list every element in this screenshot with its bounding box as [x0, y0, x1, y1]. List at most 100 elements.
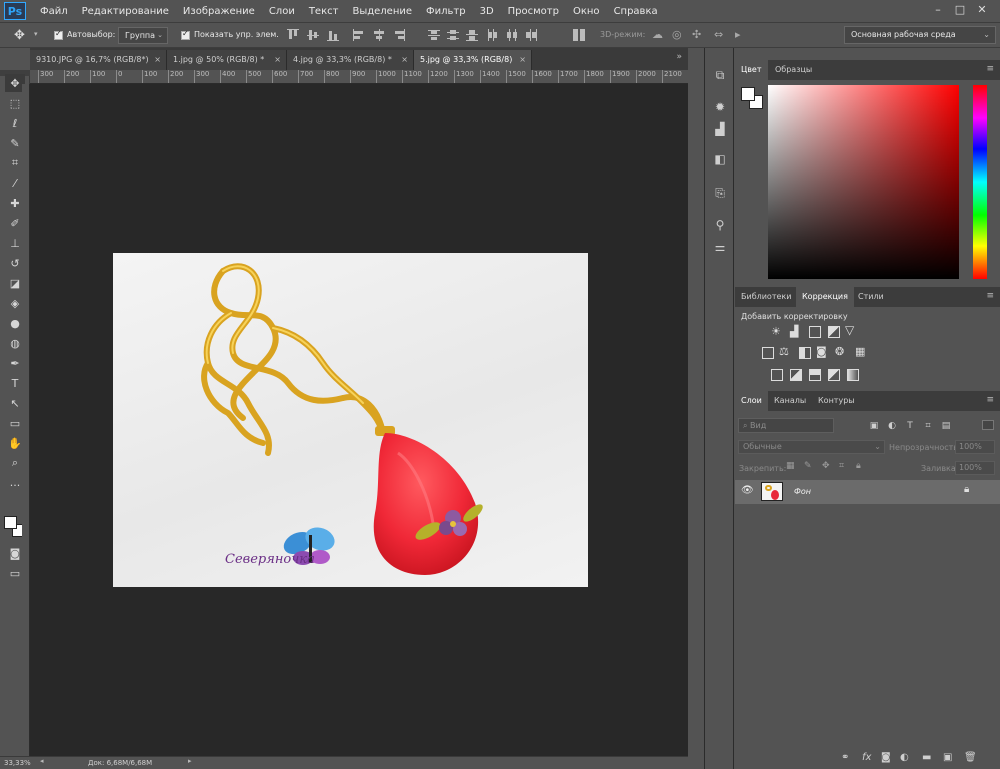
- selective-color-icon[interactable]: [828, 369, 840, 381]
- menu-image[interactable]: Изображение: [183, 6, 255, 17]
- minimize-icon[interactable]: –: [930, 3, 946, 17]
- fill-field[interactable]: 100%: [955, 461, 995, 475]
- align-top-icon[interactable]: [287, 29, 299, 41]
- blend-mode-dropdown[interactable]: Обычные ⌄: [738, 440, 885, 454]
- delete-layer-icon[interactable]: 🗑︎: [964, 752, 977, 763]
- filter-smart-object-icon[interactable]: ▤: [940, 420, 952, 432]
- zoom-level[interactable]: 33,33%: [4, 759, 31, 767]
- tab-layers[interactable]: Слои: [735, 391, 768, 411]
- menu-layers[interactable]: Слои: [269, 6, 295, 17]
- foreground-color-swatch[interactable]: [741, 87, 755, 101]
- maximize-icon[interactable]: □: [952, 3, 968, 17]
- close-icon[interactable]: ×: [519, 50, 526, 70]
- document-image[interactable]: Северяночка: [113, 253, 588, 587]
- distribute-vcenter-icon[interactable]: [447, 29, 459, 41]
- panel-menu-icon[interactable]: ≡: [986, 395, 994, 405]
- menu-file[interactable]: Файл: [40, 6, 68, 17]
- distribute-left-icon[interactable]: [487, 29, 499, 41]
- orbit-3d-icon[interactable]: ☁: [652, 28, 663, 41]
- lock-image-icon[interactable]: ✎: [804, 461, 812, 471]
- tab-document-2[interactable]: 1.jpg @ 50% (RGB/8) * ×: [167, 50, 287, 70]
- align-left-icon[interactable]: [353, 29, 365, 41]
- align-vcenter-icon[interactable]: [307, 29, 319, 41]
- align-bottom-icon[interactable]: [327, 29, 339, 41]
- distribute-bottom-icon[interactable]: [466, 29, 478, 41]
- lock-position-icon[interactable]: ✥: [822, 461, 830, 471]
- menu-help[interactable]: Справка: [614, 6, 658, 17]
- tab-libraries[interactable]: Библиотеки: [735, 287, 797, 307]
- threshold-icon[interactable]: [809, 369, 821, 381]
- visibility-eye-icon[interactable]: 👁︎: [741, 485, 754, 496]
- exposure-icon[interactable]: [828, 326, 840, 338]
- tab-styles[interactable]: Стили: [852, 287, 890, 307]
- tab-document-3[interactable]: 4.jpg @ 33,3% (RGB/8) * ×: [287, 50, 414, 70]
- color-lookup-icon[interactable]: ▦: [855, 345, 865, 358]
- align-hcenter-icon[interactable]: [373, 29, 385, 41]
- filter-pixel-icon[interactable]: ▣: [868, 420, 880, 432]
- gradient-map-icon[interactable]: [847, 369, 859, 381]
- character-panel-icon[interactable]: ⎘: [711, 186, 729, 202]
- close-icon[interactable]: ✕: [974, 3, 990, 17]
- chevron-down-icon[interactable]: ▾: [34, 30, 38, 38]
- info-panel-icon[interactable]: ◧: [711, 152, 729, 168]
- hue-saturation-icon[interactable]: [762, 347, 774, 359]
- color-picker-field[interactable]: [768, 85, 959, 279]
- foreground-color-swatch[interactable]: [4, 516, 17, 529]
- menu-type[interactable]: Текст: [309, 6, 339, 17]
- tab-document-4[interactable]: 5.jpg @ 33,3% (RGB/8) ×: [414, 50, 532, 70]
- canvas-workspace[interactable]: Северяночка: [30, 84, 688, 758]
- layer-filter-dropdown[interactable]: ⌕ Вид: [738, 418, 834, 433]
- close-icon[interactable]: ×: [274, 50, 281, 70]
- status-menu-icon[interactable]: ▸: [188, 757, 192, 765]
- channel-mixer-icon[interactable]: ❂: [835, 345, 844, 358]
- vibrance-icon[interactable]: ▽: [845, 323, 854, 337]
- new-adjustment-layer-icon[interactable]: ◐: [900, 752, 909, 763]
- link-layers-icon[interactable]: ⚭: [841, 752, 849, 763]
- menu-select[interactable]: Выделение: [352, 6, 412, 17]
- new-layer-icon[interactable]: ▣: [943, 752, 952, 763]
- filter-type-icon[interactable]: T: [904, 420, 916, 432]
- lock-artboard-icon[interactable]: ⌗: [839, 461, 844, 471]
- tab-document-1[interactable]: 9310.JPG @ 16,7% (RGB/8*) ×: [30, 50, 167, 70]
- menu-3d[interactable]: 3D: [480, 6, 494, 17]
- layer-row-background[interactable]: 👁︎ Фон 🔒︎: [735, 480, 1000, 504]
- menu-edit[interactable]: Редактирование: [82, 6, 169, 17]
- lock-transparent-icon[interactable]: ▦: [786, 461, 795, 471]
- scale-3d-icon[interactable]: ▸: [735, 28, 741, 41]
- close-icon[interactable]: ×: [401, 50, 408, 70]
- pan-3d-icon[interactable]: ✣: [692, 28, 701, 41]
- histogram-panel-icon[interactable]: ▟: [711, 122, 729, 138]
- show-controls-checkbox[interactable]: [181, 29, 190, 40]
- hue-slider[interactable]: [973, 85, 987, 279]
- slide-3d-icon[interactable]: ⇔: [714, 28, 723, 41]
- tabs-overflow-icon[interactable]: »: [676, 52, 682, 62]
- opacity-field[interactable]: 100%: [955, 440, 995, 454]
- add-mask-icon[interactable]: ◙: [881, 752, 891, 763]
- tab-color[interactable]: Цвет: [735, 60, 768, 80]
- distribute-hcenter-icon[interactable]: [506, 29, 518, 41]
- menu-window[interactable]: Окно: [573, 6, 600, 17]
- brightness-icon[interactable]: ☀: [771, 325, 781, 338]
- lock-all-icon[interactable]: 🔒︎: [856, 461, 861, 471]
- distribute-right-icon[interactable]: [525, 29, 537, 41]
- filter-shape-icon[interactable]: ⌗: [922, 420, 934, 432]
- menu-filter[interactable]: Фильтр: [426, 6, 466, 17]
- autoselect-dropdown[interactable]: Группа ⌄: [118, 27, 168, 44]
- invert-icon[interactable]: [771, 369, 783, 381]
- distribute-top-icon[interactable]: [428, 29, 440, 41]
- status-toggle-icon[interactable]: ◂: [40, 757, 44, 765]
- workspace-dropdown[interactable]: Основная рабочая среда ⌄: [844, 26, 996, 44]
- menu-view[interactable]: Просмотр: [508, 6, 559, 17]
- panel-menu-icon[interactable]: ≡: [986, 291, 994, 301]
- filter-adjustment-icon[interactable]: ◐: [886, 420, 898, 432]
- align-right-icon[interactable]: [393, 29, 405, 41]
- layer-name[interactable]: Фон: [794, 487, 811, 496]
- move-tool-icon[interactable]: ✥: [14, 28, 25, 43]
- tab-paths[interactable]: Контуры: [812, 391, 861, 411]
- layer-style-fx-icon[interactable]: fx: [862, 752, 871, 763]
- brush-presets-panel-icon[interactable]: ⚲: [711, 218, 729, 234]
- tab-adjustments[interactable]: Коррекция: [796, 287, 854, 307]
- posterize-icon[interactable]: [790, 369, 802, 381]
- new-group-icon[interactable]: ▬: [922, 752, 931, 763]
- panel-menu-icon[interactable]: ≡: [986, 64, 994, 74]
